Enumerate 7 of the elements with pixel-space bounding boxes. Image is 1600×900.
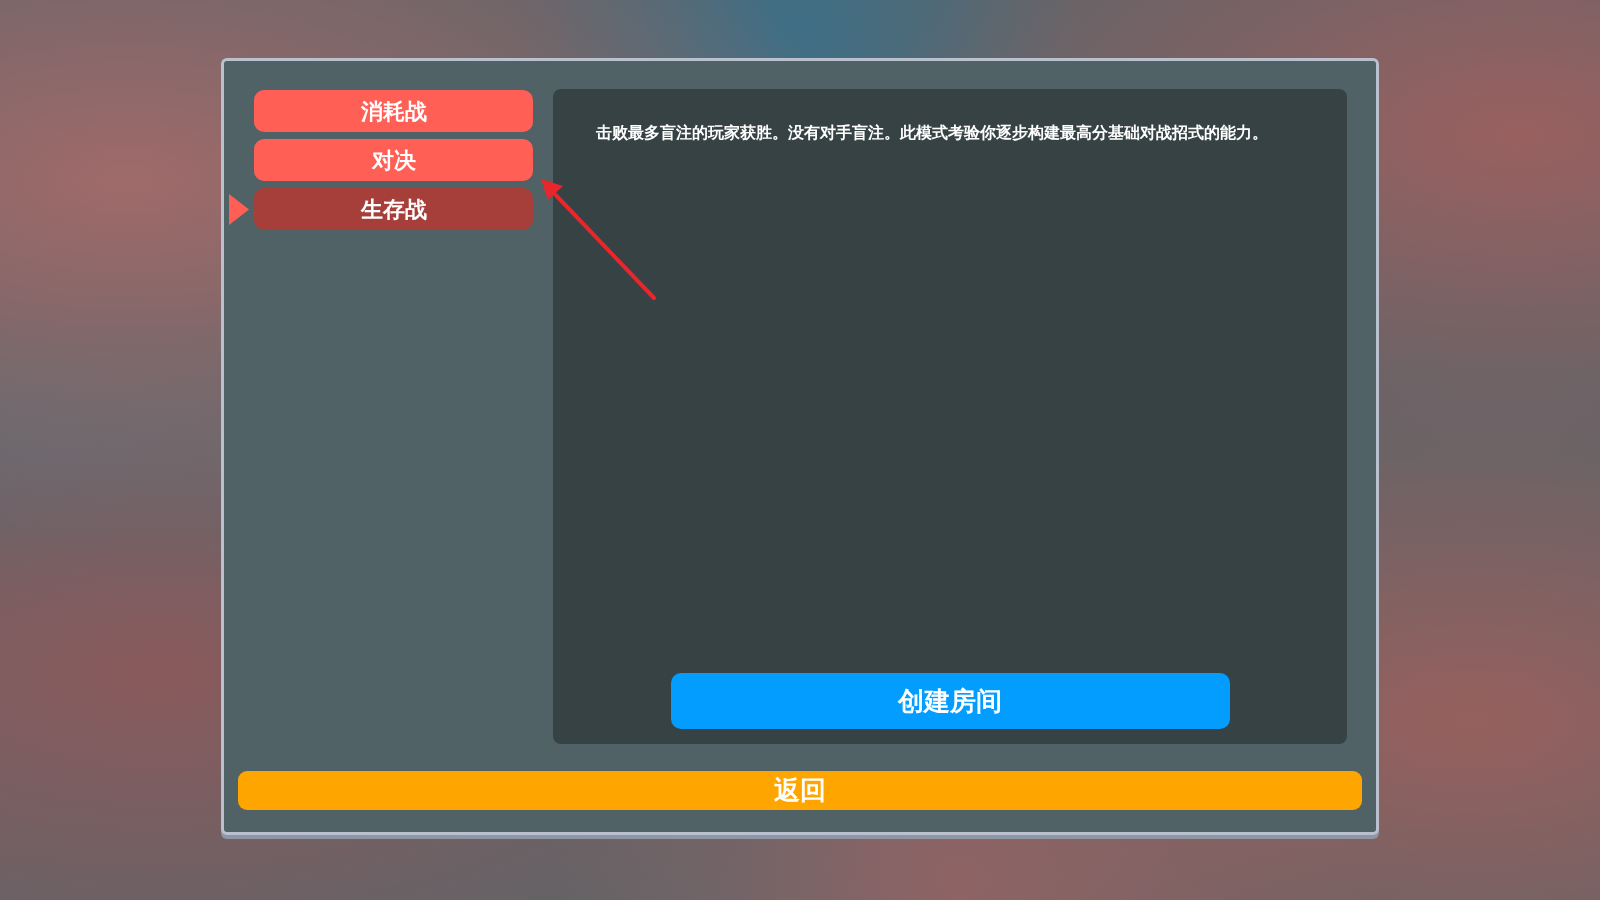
- mode-tab[interactable]: 消耗战: [254, 90, 533, 132]
- triangle-icon: [229, 193, 249, 225]
- mode-description: 击败最多盲注的玩家获胜。没有对手盲注。此模式考验你逐步构建最高分基础对战招式的能力。: [596, 123, 1268, 143]
- mode-tab[interactable]: 对决: [254, 139, 533, 181]
- mode-tab[interactable]: 生存战: [254, 188, 533, 230]
- back-button[interactable]: 返回: [238, 771, 1362, 810]
- create-room-button[interactable]: 创建房间: [670, 673, 1230, 729]
